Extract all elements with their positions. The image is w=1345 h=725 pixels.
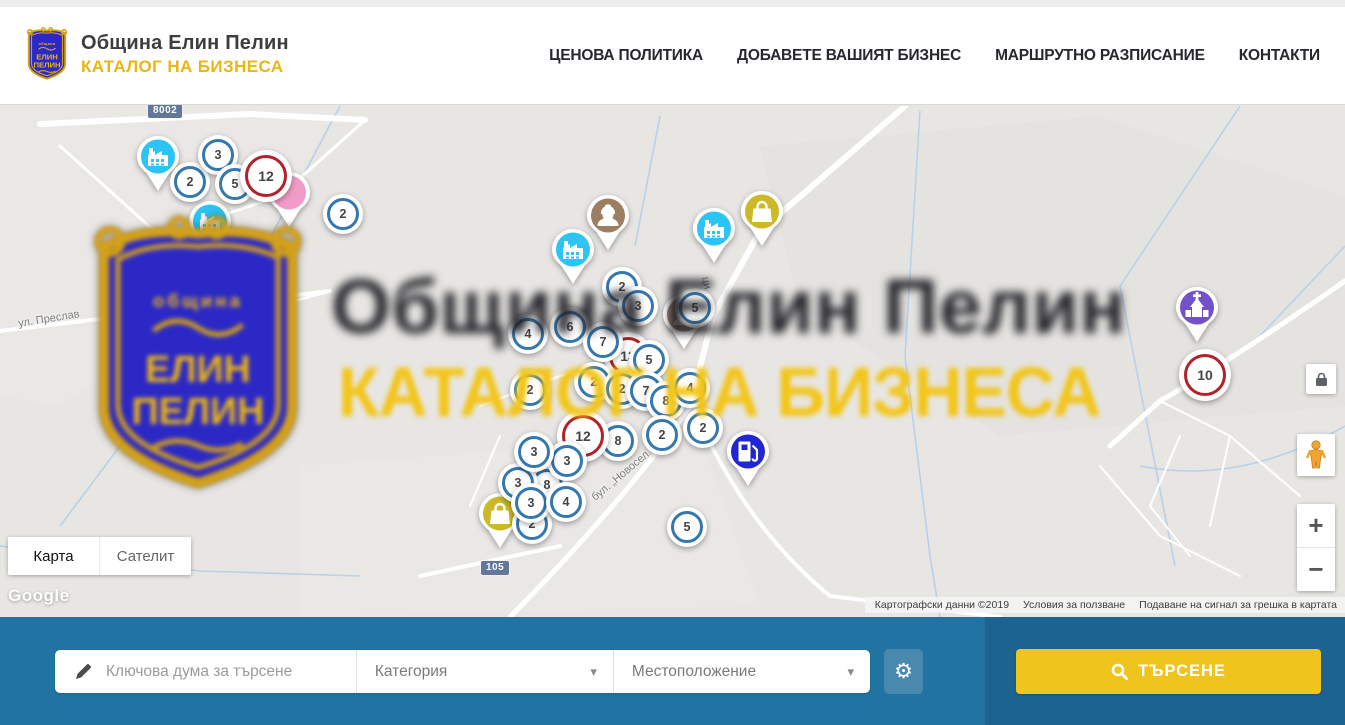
svg-text:ПЕЛИН: ПЕЛИН [34, 61, 61, 70]
map-type-satellite-button[interactable]: Сателит [99, 537, 191, 575]
zoom-in-button[interactable]: + [1297, 504, 1335, 548]
map-cluster-marker[interactable]: 4 [546, 482, 586, 522]
lock-button[interactable] [1306, 364, 1336, 394]
page: община ЕЛИН ПЕЛИН Община Елин Пелин КАТА… [0, 0, 1345, 725]
nav-item-pricing[interactable]: ЦЕНОВА ПОЛИТИКА [549, 47, 703, 65]
map-cluster-marker[interactable]: 5 [667, 507, 707, 547]
advanced-search-button[interactable]: ⚙ [884, 649, 923, 694]
page-top-strip [0, 0, 1345, 7]
map-cluster-marker[interactable]: 12 [240, 150, 292, 202]
municipality-shield-icon: община ЕЛИН ПЕЛИН [25, 25, 69, 83]
keyword-field [55, 650, 356, 693]
attribution-report-link[interactable]: Подаване на сигнал за грешка в картата [1139, 599, 1337, 611]
zoom-out-button[interactable]: − [1297, 548, 1335, 591]
nav-item-contacts[interactable]: КОНТАКТИ [1239, 47, 1320, 65]
search-fields: Категория ▾ Местоположение ▾ [55, 650, 870, 693]
nav-item-route-schedule[interactable]: МАРШРУТНО РАЗПИСАНИЕ [995, 47, 1205, 65]
map-cluster-marker[interactable]: 3 [514, 432, 554, 472]
attribution-terms-link[interactable]: Условия за ползване [1023, 599, 1125, 611]
svg-text:община: община [39, 42, 56, 46]
map-cluster-marker[interactable]: 3 [618, 286, 658, 326]
map-cluster-marker[interactable]: 3 [511, 483, 551, 523]
nav-item-add-business[interactable]: ДОБАВЕТЕ ВАШИЯТ БИЗНЕС [737, 47, 961, 65]
main-nav: ЦЕНОВА ПОЛИТИКА ДОБАВЕТЕ ВАШИЯТ БИЗНЕС М… [549, 7, 1320, 105]
site-subtitle: КАТАЛОГ НА БИЗНЕСА [81, 57, 289, 77]
category-select-value: Категория [375, 663, 447, 681]
map-cluster-marker[interactable]: 2 [510, 370, 550, 410]
location-select-value: Местоположение [632, 663, 756, 681]
map-type-map-button[interactable]: Карта [8, 537, 99, 575]
search-bar: Категория ▾ Местоположение ▾ ⚙ ТЪРСЕНЕ [0, 617, 1345, 725]
map-category-pin-factory[interactable] [187, 200, 233, 262]
pencil-icon [75, 663, 92, 680]
header: община ЕЛИН ПЕЛИН Община Елин Пелин КАТА… [0, 7, 1345, 105]
lock-icon [1315, 372, 1328, 387]
chevron-down-icon: ▾ [847, 664, 854, 680]
search-button[interactable]: ТЪРСЕНЕ [1016, 649, 1321, 694]
map-cluster-marker[interactable]: 7 [583, 322, 623, 362]
google-map[interactable]: 2351222351364752227848122282333345108002… [0, 106, 1345, 617]
map-category-pin-shopping-bag[interactable] [739, 190, 785, 252]
map-cluster-marker[interactable]: 4 [670, 368, 710, 408]
svg-text:ЕЛИН: ЕЛИН [36, 53, 57, 62]
map-category-pin-church[interactable] [1174, 286, 1220, 348]
map-attribution: Картографски данни ©2019 Условия за полз… [865, 597, 1345, 613]
gear-icon: ⚙ [894, 659, 913, 684]
search-icon [1111, 663, 1128, 680]
map-category-pin-fuel[interactable] [725, 430, 771, 492]
map-cluster-marker[interactable]: 5 [675, 288, 715, 328]
attribution-copyright: Картографски данни ©2019 [875, 599, 1009, 611]
site-logo[interactable]: община ЕЛИН ПЕЛИН Община Елин Пелин КАТА… [25, 25, 289, 83]
map-type-control: Карта Сателит [8, 537, 191, 575]
map-cluster-marker[interactable]: 4 [508, 314, 548, 354]
map-category-pin-factory[interactable] [550, 228, 596, 290]
search-input[interactable] [106, 663, 346, 681]
zoom-control: + − [1297, 504, 1335, 591]
pegman-icon [1305, 440, 1327, 470]
site-title: Община Елин Пелин [81, 32, 289, 55]
street-view-pegman-button[interactable] [1297, 434, 1335, 476]
chevron-down-icon: ▾ [590, 664, 597, 680]
map-cluster-marker[interactable]: 10 [1179, 349, 1231, 401]
map-cluster-marker[interactable]: 2 [323, 194, 363, 234]
category-select[interactable]: Категория ▾ [356, 650, 613, 693]
map-cluster-marker[interactable]: 2 [642, 415, 682, 455]
map-category-pin-factory[interactable] [691, 207, 737, 269]
location-select[interactable]: Местоположение ▾ [613, 650, 870, 693]
google-logo[interactable]: Google [8, 586, 70, 606]
map-cluster-marker[interactable]: 2 [683, 408, 723, 448]
